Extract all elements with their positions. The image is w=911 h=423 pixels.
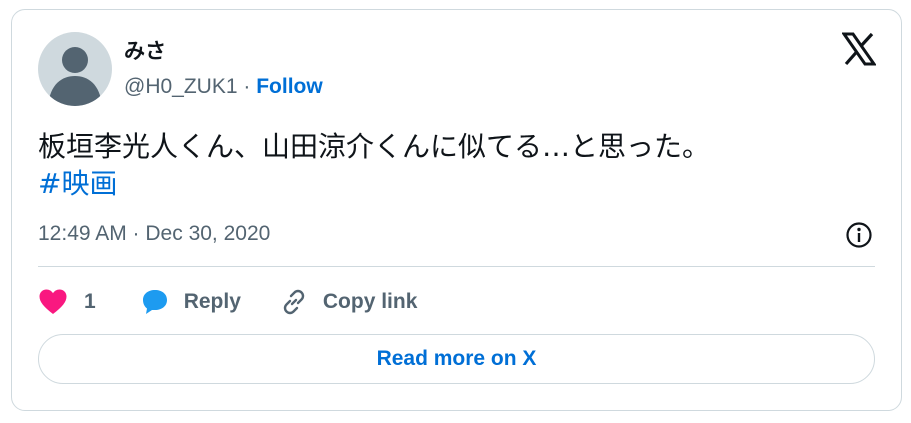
default-avatar-icon — [48, 47, 102, 106]
like-count: 1 — [84, 290, 96, 313]
reply-button[interactable]: Reply — [140, 288, 241, 316]
copy-link-button[interactable]: Copy link — [279, 287, 418, 317]
tweet-card: みさ @H0_ZUK1 · Follow 板垣李光人くん、山田涼介くんに似てる…… — [11, 9, 902, 411]
x-logo-icon[interactable] — [842, 32, 876, 66]
action-bar: 1 Reply Copy link — [38, 282, 417, 322]
copy-link-label: Copy link — [322, 290, 418, 313]
tweet-text-block: 板垣李光人くん、山田涼介くんに似てる…と思った。 #映画 — [38, 128, 710, 202]
avatar[interactable] — [38, 32, 112, 106]
author-handle[interactable]: @H0_ZUK1 — [124, 75, 238, 98]
tweet-text: 板垣李光人くん、山田涼介くんに似てる…と思った。 — [38, 130, 711, 163]
hashtag-link[interactable]: #映画 — [38, 167, 117, 200]
heart-icon — [39, 289, 67, 314]
follow-button[interactable]: Follow — [256, 75, 323, 98]
author-name[interactable]: みさ — [124, 38, 166, 64]
link-icon — [283, 289, 305, 315]
info-icon[interactable] — [845, 221, 873, 249]
timestamp[interactable]: 12:49 AM · Dec 30, 2020 — [38, 221, 270, 247]
divider — [38, 266, 875, 267]
read-more-button[interactable]: Read more on X — [38, 334, 875, 384]
speech-bubble-icon — [142, 290, 167, 314]
separator-dot: · — [243, 75, 251, 98]
author-handle-row: @H0_ZUK1 · Follow — [124, 74, 323, 100]
reply-label: Reply — [183, 290, 241, 313]
like-button[interactable]: 1 — [38, 288, 96, 316]
